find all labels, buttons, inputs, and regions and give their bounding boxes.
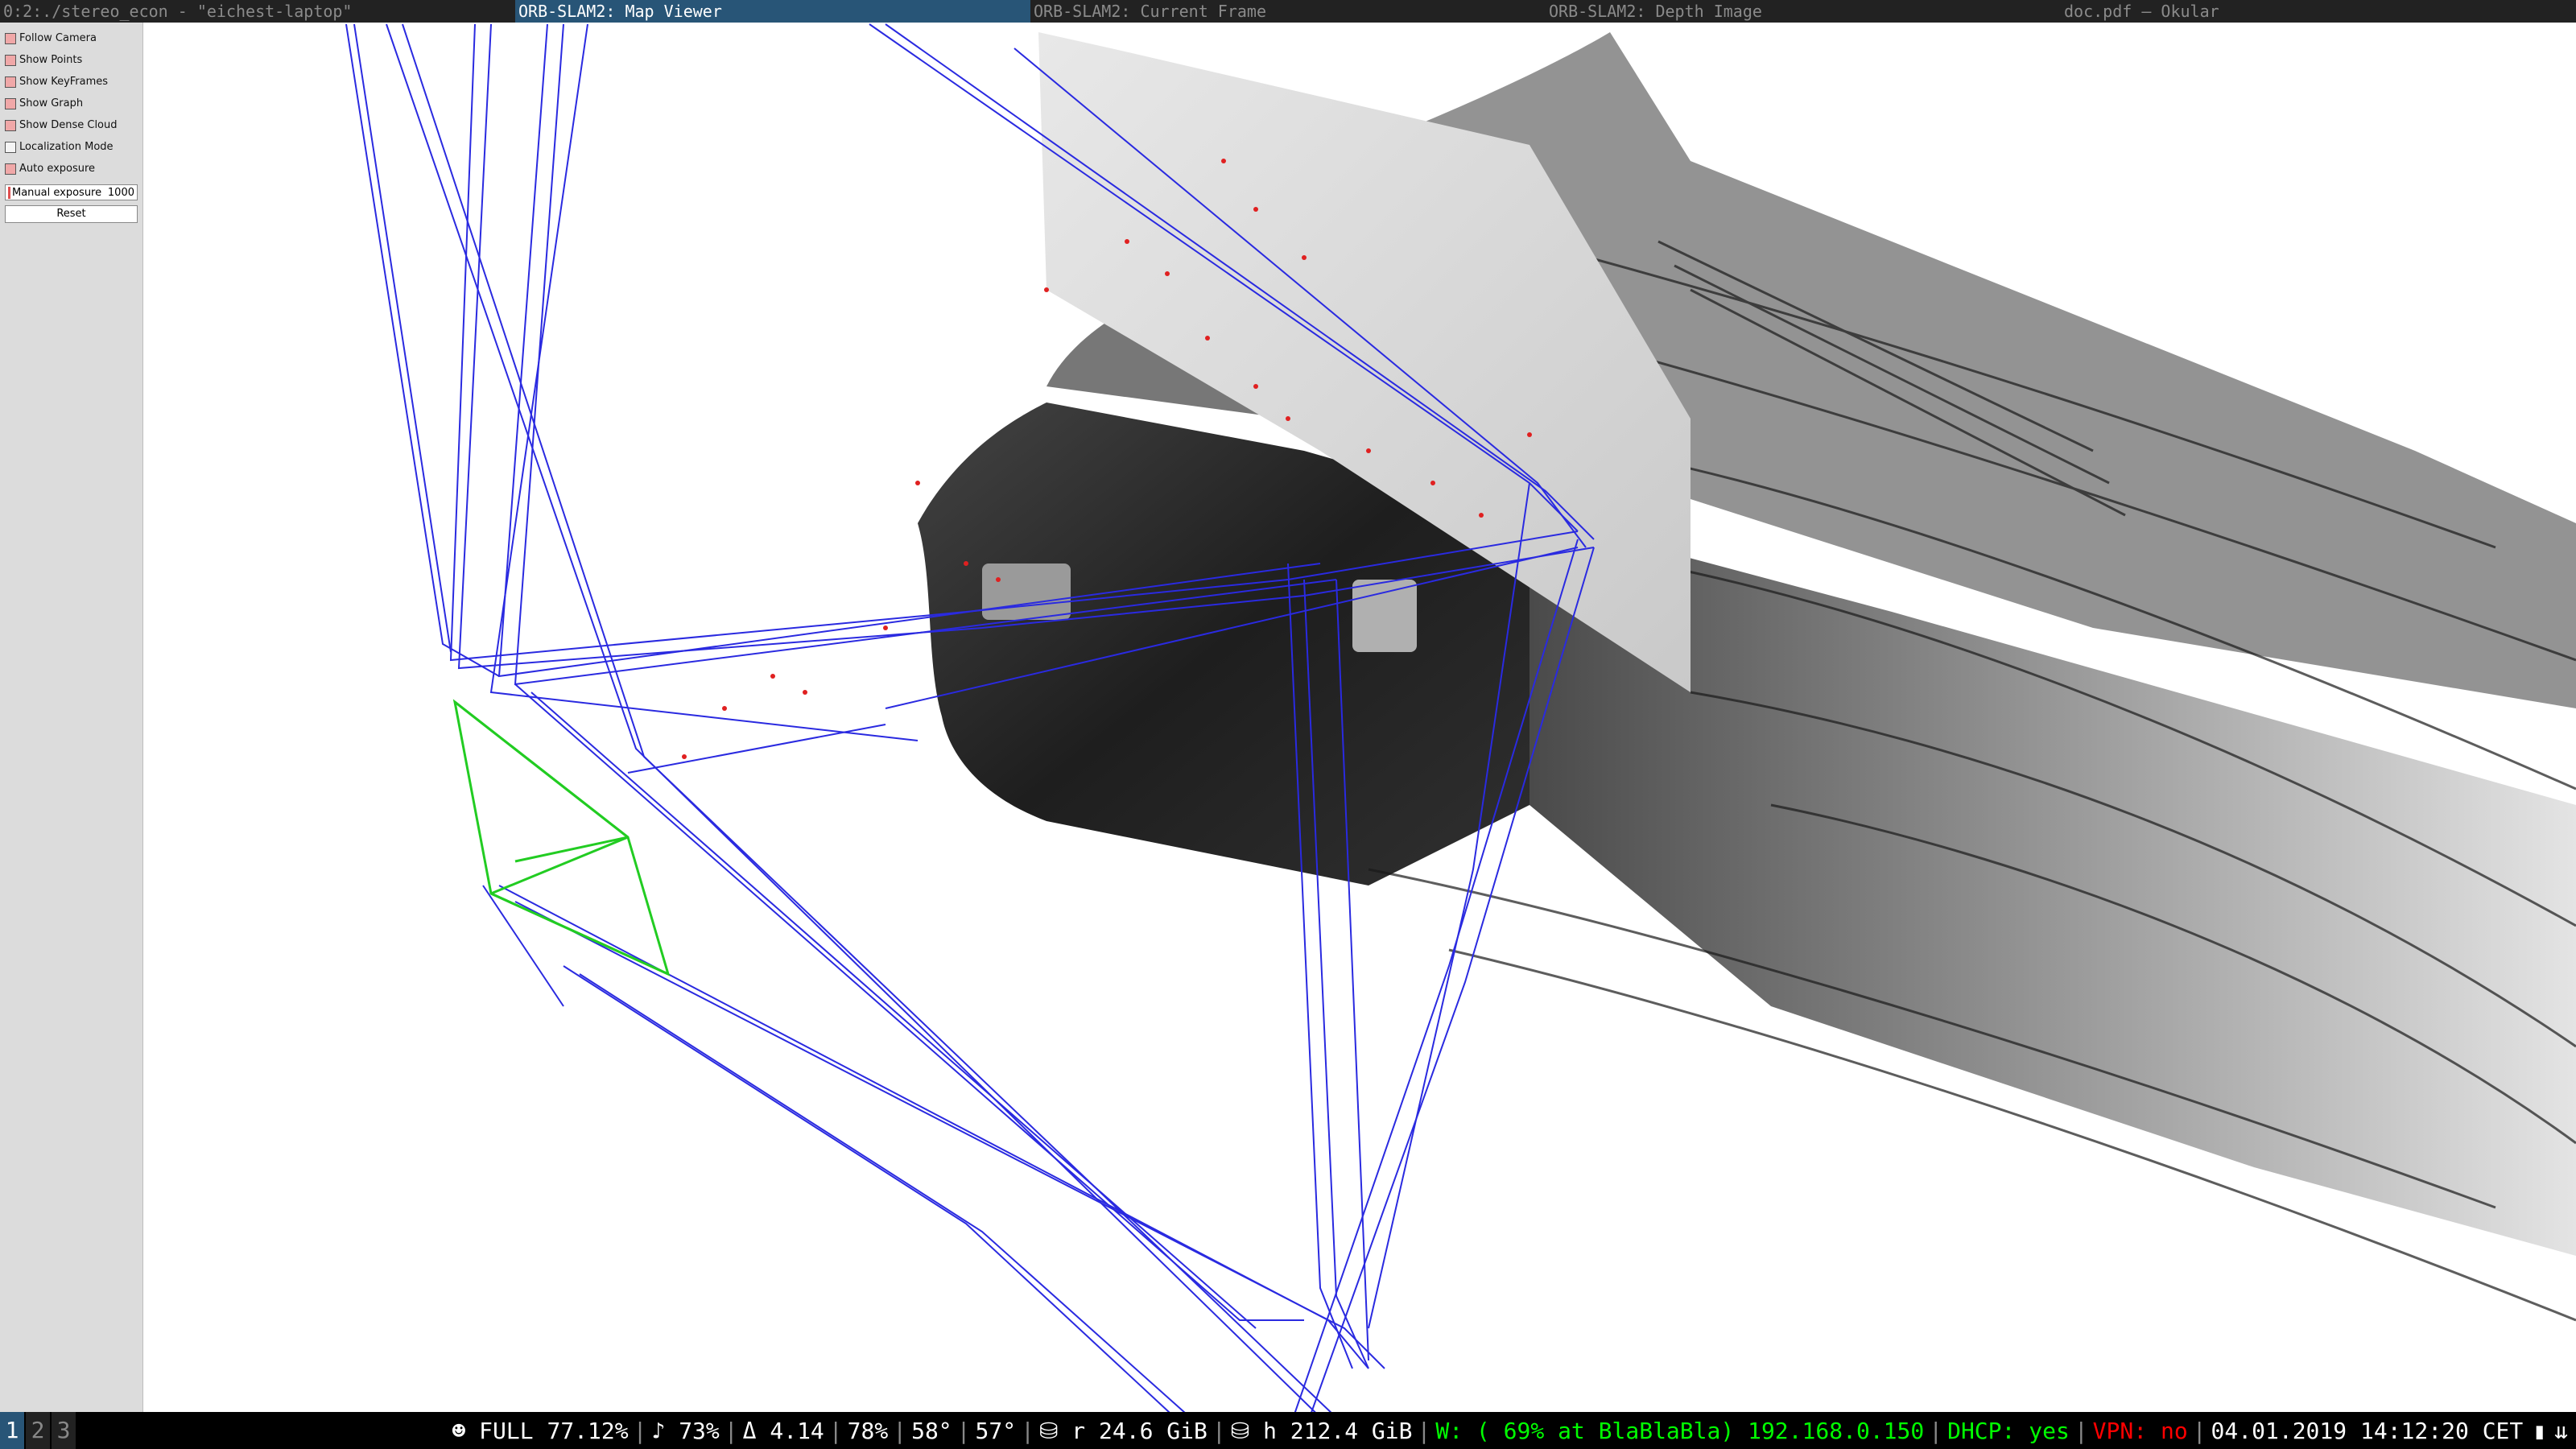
- temperature-1-status: 58°: [911, 1417, 952, 1444]
- temperature-2-status: 57°: [975, 1417, 1017, 1444]
- separator: |: [1417, 1417, 1431, 1444]
- separator: |: [828, 1417, 843, 1444]
- wifi-status: W: ( 69% at BlaBlaBla) 192.168.0.150: [1435, 1417, 1925, 1444]
- tab-map-viewer[interactable]: ORB-SLAM2: Map Viewer: [515, 0, 1030, 23]
- disk-home-value: h 212.4 GiB: [1263, 1417, 1413, 1444]
- checkbox[interactable]: [5, 76, 16, 88]
- separator: |: [893, 1417, 907, 1444]
- separator: |: [956, 1417, 971, 1444]
- tray-icon[interactable]: ⇊: [2553, 1418, 2570, 1444]
- option-follow-camera[interactable]: Follow Camera: [0, 27, 142, 49]
- separator: |: [1212, 1417, 1226, 1444]
- control-panel: Follow Camera Show Points Show KeyFrames…: [0, 23, 143, 1412]
- disk-root-status: ⛁ r 24.6 GiB: [1038, 1418, 1209, 1444]
- reset-button[interactable]: Reset: [5, 205, 138, 223]
- disk-root-value: r 24.6 GiB: [1071, 1417, 1208, 1444]
- option-show-points[interactable]: Show Points: [0, 49, 142, 71]
- option-label: Localization Mode: [19, 141, 114, 153]
- option-localization-mode[interactable]: Localization Mode: [0, 136, 142, 158]
- tab-current-frame[interactable]: ORB-SLAM2: Current Frame: [1030, 0, 1546, 23]
- checkbox[interactable]: [5, 163, 16, 175]
- separator: |: [2074, 1417, 2088, 1444]
- tab-depth-image[interactable]: ORB-SLAM2: Depth Image: [1546, 0, 2061, 23]
- status-bar: 1 2 3 ☻ FULL 77.12% | ♪ 73% | Δ 4.14 | 7…: [0, 1412, 2576, 1449]
- workspace-button-2[interactable]: 2: [26, 1412, 50, 1449]
- checkbox[interactable]: [5, 32, 16, 44]
- manual-exposure-value: 1000: [107, 186, 134, 199]
- option-label: Show Graph: [19, 97, 84, 109]
- load-status: Δ 4.14: [742, 1417, 824, 1444]
- datetime-status: 04.01.2019 14:12:20 CET: [2211, 1417, 2524, 1444]
- separator: |: [633, 1417, 647, 1444]
- window-tab-bar: 0:2:./stereo_econ - "eichest-laptop" ORB…: [0, 0, 2576, 23]
- disk-icon: ⛁: [1230, 1417, 1264, 1444]
- separator: |: [1929, 1417, 1943, 1444]
- option-label: Auto exposure: [19, 163, 96, 175]
- current-camera: [452, 699, 671, 976]
- separator: |: [1021, 1417, 1034, 1444]
- disk-home-status: ⛁ h 212.4 GiB: [1229, 1418, 1414, 1444]
- checkbox[interactable]: [5, 119, 16, 131]
- separator: |: [2192, 1417, 2207, 1444]
- workspace-button-1[interactable]: 1: [0, 1412, 24, 1449]
- checkbox[interactable]: [5, 54, 16, 66]
- tab-okular[interactable]: doc.pdf — Okular: [2061, 0, 2576, 23]
- option-show-graph[interactable]: Show Graph: [0, 93, 142, 114]
- dhcp-status: DHCP: yes: [1947, 1417, 2070, 1444]
- map-view-svg: [345, 23, 2576, 1412]
- battery-icon: ▮: [2533, 1417, 2547, 1444]
- volume-status: ♪ 73%: [651, 1417, 720, 1444]
- option-show-keyframes[interactable]: Show KeyFrames: [0, 71, 142, 93]
- option-auto-exposure[interactable]: Auto exposure: [0, 158, 142, 180]
- checkbox[interactable]: [5, 97, 16, 109]
- checkbox[interactable]: [5, 141, 16, 153]
- workspace-button-3[interactable]: 3: [52, 1412, 76, 1449]
- separator: |: [724, 1417, 738, 1444]
- disk-icon: ⛁: [1038, 1417, 1072, 1444]
- manual-exposure-slider[interactable]: Manual exposure 1000: [5, 184, 138, 200]
- map-view-canvas[interactable]: [143, 23, 2576, 1412]
- vpn-status: VPN: no: [2092, 1417, 2188, 1444]
- option-label: Show KeyFrames: [19, 76, 109, 88]
- option-label: Follow Camera: [19, 32, 97, 44]
- manual-exposure-label: Manual exposure: [8, 186, 101, 199]
- option-show-dense-cloud[interactable]: Show Dense Cloud: [0, 114, 142, 136]
- cpu-status: 78%: [847, 1417, 889, 1444]
- brightness-status: ☻ FULL 77.12%: [452, 1417, 629, 1444]
- option-label: Show Dense Cloud: [19, 119, 118, 131]
- option-label: Show Points: [19, 54, 83, 66]
- tab-terminal[interactable]: 0:2:./stereo_econ - "eichest-laptop": [0, 0, 515, 23]
